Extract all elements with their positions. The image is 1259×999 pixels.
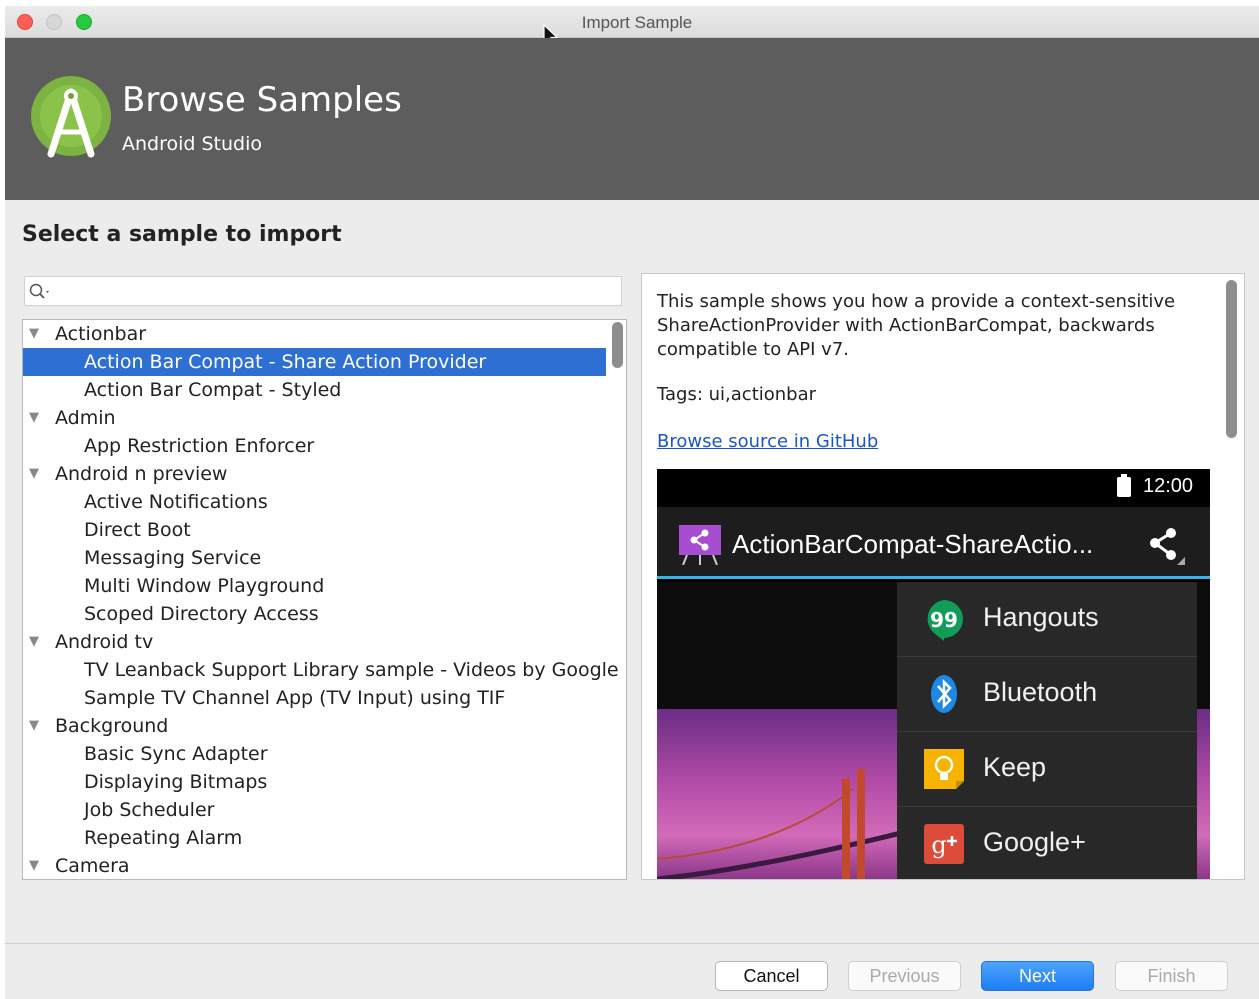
sample-detail-panel: This sample shows you how a provide a co… — [641, 273, 1245, 880]
bluetooth-icon — [931, 675, 957, 713]
tree-item[interactable]: Messaging Service — [23, 544, 606, 572]
title-bar[interactable]: Import Sample — [5, 6, 1259, 47]
tree-row-label: Active Notifications — [84, 491, 268, 513]
preview-app-title: ActionBarCompat-ShareActio... — [732, 529, 1094, 559]
share-item-label: Keep — [983, 752, 1047, 782]
share-item-google-plus: g Google+ — [897, 807, 1197, 879]
detail-scrollbar[interactable] — [1226, 280, 1237, 438]
tree-row-label: Messaging Service — [84, 547, 262, 569]
sample-tags: Tags: ui,actionbar — [657, 384, 817, 405]
share-item-label: Google+ — [983, 827, 1086, 857]
tree-row-label: Android tv — [55, 631, 154, 653]
tree-item[interactable]: Repeating Alarm — [23, 824, 606, 852]
finish-button[interactable]: Finish — [1115, 961, 1228, 991]
tree-row-label: Action Bar Compat - Share Action Provide… — [84, 351, 487, 373]
page-heading: Select a sample to import — [22, 222, 342, 247]
share-item-keep: Keep — [897, 732, 1197, 807]
share-icon — [1150, 528, 1185, 565]
search-icon[interactable] — [28, 282, 52, 302]
tree-row-label: Job Scheduler — [84, 799, 215, 821]
tree-row-label: Android n preview — [55, 463, 228, 485]
svg-text:99: 99 — [930, 608, 958, 632]
tree-scrollbar[interactable] — [612, 322, 623, 368]
tree-item[interactable]: App Restriction Enforcer — [23, 432, 606, 460]
expand-arrow-icon[interactable]: ▼ — [29, 404, 39, 432]
share-item-label: Hangouts — [983, 602, 1099, 632]
tree-item[interactable]: Active Notifications — [23, 488, 606, 516]
tree-row-label: Displaying Bitmaps — [84, 771, 268, 793]
hangouts-icon: 99 — [927, 600, 963, 641]
tree-row-label: Multi Window Playground — [84, 575, 325, 597]
google-plus-icon: g — [924, 824, 964, 864]
tree-item[interactable]: Sample TV Channel App (TV Input) using T… — [23, 684, 606, 712]
tree-item[interactable]: TV Leanback Support Library sample - Vid… — [23, 656, 619, 684]
battery-icon — [1117, 474, 1131, 497]
tree-row-label: Basic Sync Adapter — [84, 743, 268, 765]
banner-title: Browse Samples — [122, 80, 402, 120]
expand-arrow-icon[interactable]: ▼ — [29, 320, 39, 348]
keep-icon — [924, 749, 964, 789]
tree-row-label: Scoped Directory Access — [84, 603, 319, 625]
tree-row-label: Direct Boot — [84, 519, 191, 541]
tree-item[interactable]: Multi Window Playground — [23, 572, 606, 600]
expand-arrow-icon[interactable]: ▼ — [29, 460, 39, 488]
share-item-hangouts: 99 Hangouts — [897, 582, 1197, 657]
tree-row-label: App Restriction Enforcer — [84, 435, 315, 457]
device-clock: 12:00 — [1143, 475, 1194, 497]
search-input[interactable] — [55, 280, 615, 302]
device-status-bar: 12:00 — [657, 469, 1210, 507]
app-launcher-icon — [679, 525, 721, 565]
tree-row-label: Background — [55, 715, 169, 737]
search-field[interactable] — [24, 276, 622, 306]
sample-tree[interactable]: ▼ Actionbar Action Bar Compat - Share Acti… — [22, 319, 627, 880]
expand-arrow-icon[interactable]: ▼ — [29, 852, 39, 879]
tree-item[interactable]: Action Bar Compat - Share Action Provide… — [23, 348, 606, 376]
tree-item[interactable]: Basic Sync Adapter — [23, 740, 606, 768]
share-item-label: Bluetooth — [983, 677, 1098, 707]
tree-item[interactable]: Direct Boot — [23, 516, 606, 544]
tree-category[interactable]: ▼ Android n preview — [23, 460, 606, 488]
browse-source-link[interactable]: Browse source in GitHub — [657, 431, 878, 452]
footer-divider — [5, 943, 1259, 944]
tree-item[interactable]: Job Scheduler — [23, 796, 606, 824]
tree-category[interactable]: ▼ Android tv — [23, 628, 606, 656]
import-sample-window: Import Sample Browse Samples Android Stu… — [5, 6, 1259, 999]
tree-category[interactable]: ▼ Admin — [23, 404, 606, 432]
sample-description: This sample shows you how a provide a co… — [657, 291, 1176, 360]
tree-row-label: Admin — [55, 407, 116, 429]
android-studio-logo-icon — [31, 76, 111, 158]
header-banner: Browse Samples Android Studio — [5, 38, 1259, 200]
tree-item[interactable]: Scoped Directory Access — [23, 600, 606, 628]
tree-category[interactable]: ▼ Camera — [23, 852, 606, 879]
tree-item[interactable]: Action Bar Compat - Styled — [23, 376, 606, 404]
sample-preview-screenshot: 12:00 ActionBarCompat-ShareActio... 99 H… — [657, 469, 1210, 879]
previous-button[interactable]: Previous — [848, 961, 961, 991]
tree-category[interactable]: ▼ Background — [23, 712, 606, 740]
expand-arrow-icon[interactable]: ▼ — [29, 628, 39, 656]
next-button[interactable]: Next — [981, 961, 1094, 991]
tree-category[interactable]: ▼ Actionbar — [23, 320, 606, 348]
expand-arrow-icon[interactable]: ▼ — [29, 712, 39, 740]
tree-row-label: Action Bar Compat - Styled — [84, 379, 342, 401]
bridge-image — [657, 769, 917, 879]
tree-item[interactable]: Displaying Bitmaps — [23, 768, 606, 796]
tree-row-label: Camera — [55, 855, 130, 877]
share-menu: 99 Hangouts Bluetooth Keep g Google+ — [897, 582, 1197, 879]
tree-row-label: Actionbar — [55, 323, 147, 345]
cancel-button[interactable]: Cancel — [715, 961, 828, 991]
tree-row-label: TV Leanback Support Library sample - Vid… — [84, 659, 619, 681]
banner-subtitle: Android Studio — [122, 133, 263, 155]
tree-row-label: Repeating Alarm — [84, 827, 243, 849]
preview-action-bar: ActionBarCompat-ShareActio... — [657, 507, 1210, 579]
tree-row-label: Sample TV Channel App (TV Input) using T… — [84, 687, 506, 709]
window-title: Import Sample — [581, 13, 693, 32]
svg-text:g: g — [931, 831, 946, 859]
share-item-bluetooth: Bluetooth — [897, 657, 1197, 732]
